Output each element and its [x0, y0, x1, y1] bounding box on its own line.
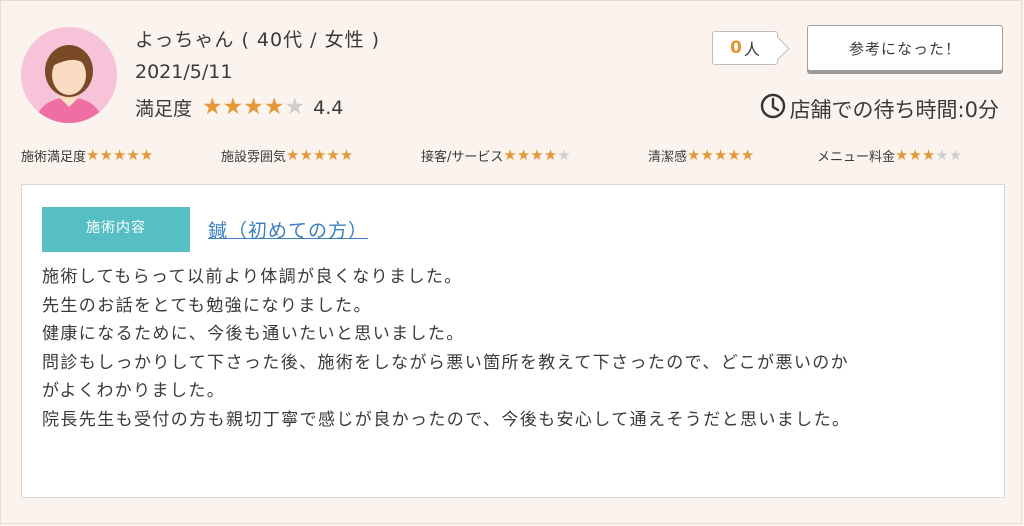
category-rating-label: 施設雰囲気 [221, 150, 287, 165]
star-icon: ★ [126, 146, 140, 164]
category-rating-label: 接客/サービス [421, 150, 504, 165]
helpful-count: 0 人 [712, 31, 790, 65]
star-icon: ★ [139, 146, 154, 164]
star-icon: ★ [687, 146, 701, 164]
star-icon: ★ [713, 146, 728, 164]
star-icon: ★ [312, 146, 327, 164]
helpful-button[interactable]: 参考になった！ [807, 25, 1003, 71]
star-icon: ★ [895, 146, 909, 164]
avatar [21, 27, 117, 123]
helpful-count-number: 0 [730, 38, 742, 58]
wait-time: 店舗での待ち時間:0分 [760, 93, 999, 124]
star-icon: ★ [339, 146, 354, 164]
category-rating: 接客/サービス ★ ★ ★ ★ ★ [421, 146, 571, 166]
satisfaction-stars: ★ ★ ★ ★ ★ [202, 96, 305, 119]
star-icon: ★ [935, 146, 949, 164]
star-icon: ★ [921, 146, 936, 164]
treatment-link[interactable]: 鍼（初めての方） [208, 216, 368, 243]
star-icon: ★ [243, 94, 264, 120]
star-icon: ★ [557, 146, 571, 164]
review-line: 問診もしっかりして下さった後、施術をしながら悪い箇所を教えて下さったので、どこが… [42, 352, 850, 373]
review-text: 施術してもらって以前より体調が良くなりました。 先生のお話をとても勉強になりました… [42, 263, 992, 435]
review-line: がよくわかりました。 [42, 381, 226, 402]
star-icon: ★ [543, 146, 558, 164]
star-icon: ★ [263, 94, 285, 120]
review-line: 先生のお話をとても勉強になりました。 [42, 295, 372, 316]
star-icon: ★ [86, 146, 100, 164]
star-icon: ★ [530, 146, 544, 164]
category-rating: 清潔感 ★ ★ ★ ★ ★ [648, 146, 754, 166]
star-icon: ★ [740, 146, 755, 164]
star-icon: ★ [326, 146, 340, 164]
category-rating-stars: ★ ★ ★ ★ ★ [503, 148, 570, 163]
review-date: 2021/5/11 [135, 61, 233, 83]
category-rating: 施術満足度 ★ ★ ★ ★ ★ [21, 146, 153, 166]
star-icon: ★ [99, 146, 113, 164]
satisfaction-label: 満足度 [135, 98, 193, 120]
review-line: 健康になるために、今後も通いたいと思いました。 [42, 324, 465, 345]
wait-time-text: 店舗での待ち時間:0分 [789, 97, 999, 122]
satisfaction: 満足度 ★ ★ ★ ★ ★ 4.4 [135, 94, 343, 121]
review-line: 院長先生も受付の方も親切丁寧で感じが良かったので、今後も安心して通えそうだと思い… [42, 409, 851, 430]
review-box: 施術内容 鍼（初めての方） 施術してもらって以前より体調が良くなりました。 先生の… [21, 184, 1005, 498]
star-icon: ★ [727, 146, 741, 164]
star-icon: ★ [202, 94, 223, 120]
treatment-tag: 施術内容 [42, 207, 190, 252]
star-icon: ★ [503, 146, 517, 164]
category-rating: メニュー料金 ★ ★ ★ ★ ★ [817, 146, 962, 166]
satisfaction-score: 4.4 [313, 96, 344, 119]
star-icon: ★ [299, 146, 313, 164]
reviewer-name: よっちゃん ( 40代 / 女性 ) [135, 29, 381, 51]
category-rating-stars: ★ ★ ★ ★ ★ [895, 148, 962, 163]
clock-icon [760, 93, 786, 124]
category-ratings: 施術満足度 ★ ★ ★ ★ ★ 施設雰囲気 ★ ★ ★ ★ ★ 接客/サービス ★ ★ ★ ★ ★ 清潔感 ★ ★ ★ ★ ★… [21, 146, 1011, 166]
star-icon: ★ [908, 146, 922, 164]
star-icon: ★ [948, 146, 963, 164]
star-icon: ★ [284, 94, 306, 120]
star-icon: ★ [700, 146, 714, 164]
review-line: 施術してもらって以前より体調が良くなりました。 [42, 267, 463, 287]
helpful-count-unit: 人 [743, 40, 760, 59]
category-rating-label: メニュー料金 [817, 150, 896, 165]
star-icon: ★ [516, 146, 531, 164]
review-card: よっちゃん ( 40代 / 女性 ) 2021/5/11 満足度 ★ ★ ★ ★ ★ 4… [0, 0, 1022, 524]
speech-arrow [765, 36, 790, 61]
category-rating-stars: ★ ★ ★ ★ ★ [687, 148, 754, 163]
category-rating: 施設雰囲気 ★ ★ ★ ★ ★ [221, 146, 353, 166]
category-rating-stars: ★ ★ ★ ★ ★ [286, 148, 353, 163]
category-rating-label: 清潔感 [648, 150, 688, 165]
star-icon: ★ [222, 94, 244, 120]
category-rating-label: 施術満足度 [21, 150, 87, 165]
star-icon: ★ [286, 146, 300, 164]
star-icon: ★ [112, 146, 127, 164]
category-rating-stars: ★ ★ ★ ★ ★ [86, 148, 153, 163]
